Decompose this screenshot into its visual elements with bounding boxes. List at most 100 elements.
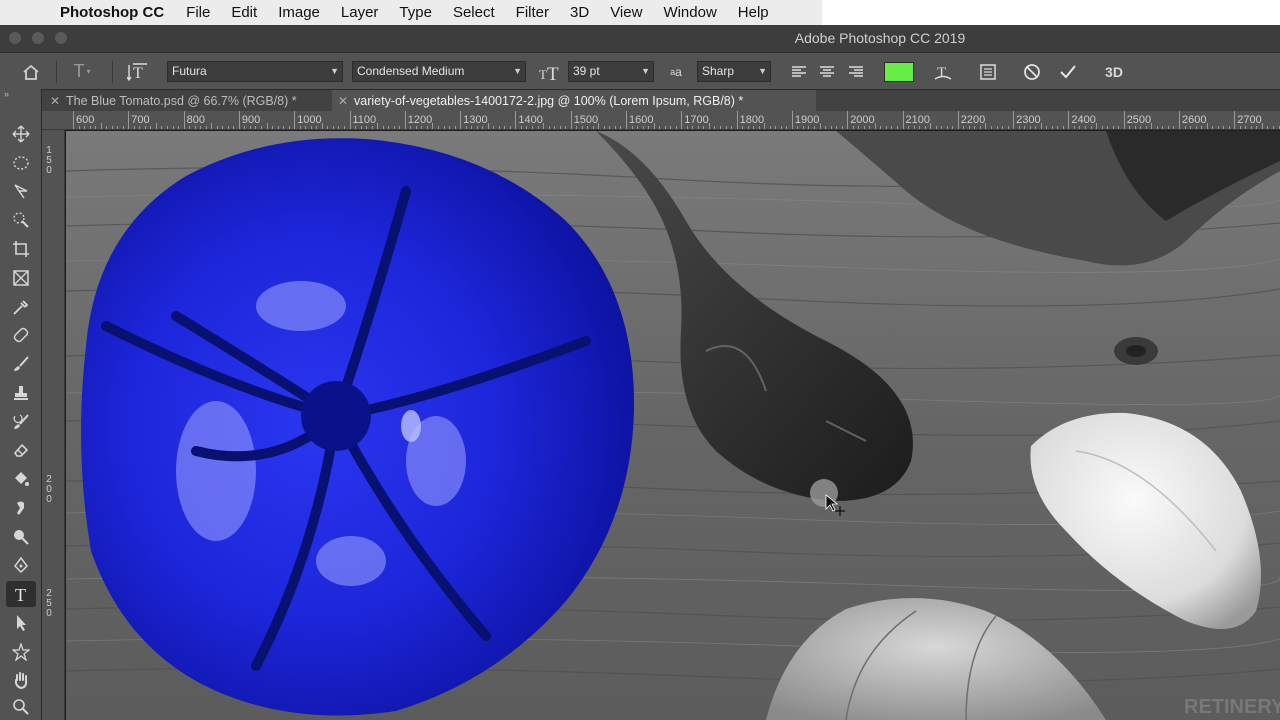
ruler-minor-tick <box>1184 126 1186 129</box>
tools-panel: » T <box>0 89 42 720</box>
commit-edits-icon[interactable] <box>1055 53 1081 90</box>
antialias-select[interactable]: Sharp ▼ <box>697 61 771 82</box>
ruler-minor-tick <box>139 126 141 129</box>
ruler-minor-tick <box>443 126 445 129</box>
cancel-edits-icon[interactable] <box>1019 53 1045 90</box>
ruler-tick-label: 2400 <box>1071 114 1096 126</box>
zoom-tool-icon[interactable] <box>6 694 36 720</box>
ruler-minor-tick <box>896 126 898 129</box>
menu-type[interactable]: Type <box>399 4 432 21</box>
ruler-tick <box>460 111 462 129</box>
ruler-minor-tick <box>825 126 827 129</box>
ruler-tick-label: 700 <box>131 114 150 126</box>
quick-selection-icon[interactable] <box>6 207 36 233</box>
type-tool-preset-icon[interactable]: T ▾ <box>64 53 100 90</box>
menu-3d[interactable]: 3D <box>570 4 589 21</box>
ruler-tick-label: 250 <box>46 588 52 619</box>
text-color-swatch[interactable] <box>884 53 914 90</box>
eraser-tool-icon[interactable] <box>6 437 36 463</box>
menu-select[interactable]: Select <box>453 4 495 21</box>
home-icon[interactable] <box>16 53 46 90</box>
tab-variety-of-vegetables[interactable]: ✕ variety-of-vegetables-1400172-2.jpg @ 1… <box>332 90 816 112</box>
lasso-tool-icon[interactable] <box>6 178 36 204</box>
tab-label: variety-of-vegetables-1400172-2.jpg @ 10… <box>354 94 744 108</box>
ruler-minor-tick <box>144 126 146 129</box>
ruler-minor-tick <box>84 126 86 129</box>
ruler-minor-tick <box>244 126 246 129</box>
menu-image[interactable]: Image <box>278 4 320 21</box>
ruler-minor-tick <box>885 126 887 129</box>
vertical-ruler[interactable]: 150 200 250 <box>42 130 65 720</box>
align-center-icon[interactable] <box>816 53 838 90</box>
align-right-icon[interactable] <box>845 53 867 90</box>
document-canvas[interactable]: RETINERY <box>66 131 1280 720</box>
ruler-minor-tick <box>194 126 196 129</box>
ruler-minor-tick <box>167 126 168 129</box>
align-left-icon[interactable] <box>788 53 810 90</box>
ruler-minor-tick <box>1162 126 1164 129</box>
paint-bucket-icon[interactable] <box>6 466 36 492</box>
ruler-minor-tick <box>1190 126 1192 129</box>
menu-view[interactable]: View <box>610 4 642 21</box>
character-panel-icon[interactable] <box>975 53 1001 90</box>
close-tab-icon[interactable]: ✕ <box>332 90 354 112</box>
ruler-minor-tick <box>1223 126 1225 129</box>
history-brush-icon[interactable] <box>6 409 36 435</box>
ruler-minor-tick <box>581 126 583 129</box>
ruler-tick-label: 150 <box>46 145 52 176</box>
ruler-minor-tick <box>233 126 235 129</box>
pen-tool-icon[interactable] <box>6 552 36 578</box>
ruler-minor-tick <box>310 126 312 129</box>
svg-text:T: T <box>133 65 143 82</box>
menu-edit[interactable]: Edit <box>231 4 257 21</box>
path-selection-icon[interactable] <box>6 610 36 636</box>
ruler-minor-tick <box>1002 126 1004 129</box>
close-tab-icon[interactable]: ✕ <box>44 90 66 112</box>
frame-tool-icon[interactable] <box>6 265 36 291</box>
dodge-tool-icon[interactable] <box>6 524 36 550</box>
custom-shape-icon[interactable] <box>6 639 36 665</box>
ruler-tick-label: 600 <box>76 114 95 126</box>
hand-tool-icon[interactable] <box>6 667 36 693</box>
smudge-tool-icon[interactable] <box>6 495 36 521</box>
ruler-tick <box>1013 111 1015 129</box>
font-family-select[interactable]: Futura ▼ <box>167 61 343 82</box>
font-style-select[interactable]: Condensed Medium ▼ <box>352 61 526 82</box>
warp-text-icon[interactable]: T <box>930 53 956 90</box>
menu-help[interactable]: Help <box>738 4 769 21</box>
menu-layer[interactable]: Layer <box>341 4 379 21</box>
ruler-minor-tick <box>399 126 401 129</box>
ruler-minor-tick <box>708 123 710 129</box>
eyedropper-icon[interactable] <box>6 294 36 320</box>
ruler-minor-tick <box>509 126 511 129</box>
ruler-minor-tick <box>100 123 102 129</box>
elliptical-marquee-icon[interactable] <box>6 150 36 176</box>
3d-text-icon[interactable]: 3D <box>1100 53 1128 90</box>
ruler-minor-tick <box>670 126 672 129</box>
tab-blue-tomato[interactable]: ✕ The Blue Tomato.psd @ 66.7% (RGB/8) * <box>44 90 328 112</box>
ruler-minor-tick <box>863 126 865 129</box>
healing-brush-icon[interactable] <box>6 322 36 348</box>
ruler-minor-tick <box>769 126 771 129</box>
ruler-minor-tick <box>106 126 108 129</box>
horizontal-ruler[interactable]: 600 700 800 900 1000 1100 1200 1300 1400 1500 1600… <box>42 111 1280 130</box>
ruler-minor-tick <box>1167 126 1169 129</box>
menu-file[interactable]: File <box>186 4 210 21</box>
menu-window[interactable]: Window <box>663 4 716 21</box>
ruler-minor-tick <box>277 126 279 129</box>
ruler-minor-tick <box>493 126 495 129</box>
menu-filter[interactable]: Filter <box>516 4 549 21</box>
ruler-minor-tick <box>836 126 838 129</box>
ruler-tick <box>736 111 738 129</box>
ruler-tick <box>349 111 351 129</box>
font-size-input[interactable]: 39 pt ▼ <box>568 61 654 82</box>
clone-stamp-icon[interactable] <box>6 380 36 406</box>
brush-tool-icon[interactable] <box>6 351 36 377</box>
ruler-tick <box>1068 111 1070 129</box>
toggle-text-orientation-icon[interactable]: T <box>122 53 154 90</box>
type-tool-icon[interactable]: T <box>6 581 36 607</box>
ruler-minor-tick <box>941 126 943 129</box>
menu-app-name[interactable]: Photoshop CC <box>60 4 164 21</box>
crop-tool-icon[interactable] <box>6 236 36 262</box>
move-tool-icon[interactable] <box>6 121 36 147</box>
